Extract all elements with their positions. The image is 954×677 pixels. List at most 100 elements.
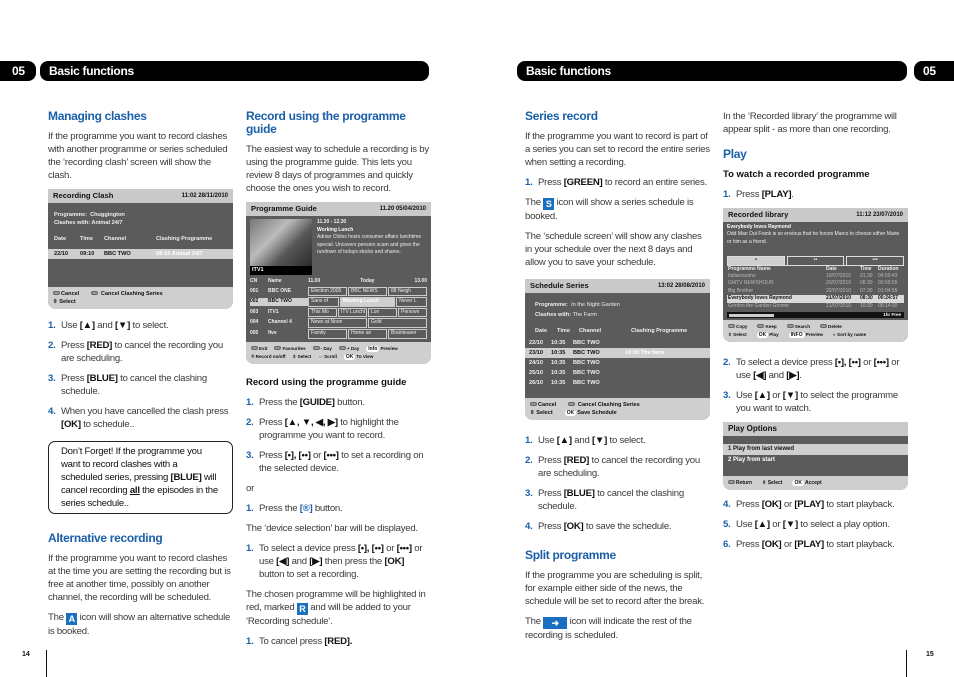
schedule-screen-text: The ‘schedule screen’ will show any clas… — [525, 231, 702, 268]
device-tabs: • •• ••• — [723, 248, 908, 265]
step-number: 2. — [525, 455, 533, 466]
screen-footer: Return ⇳ Select OK Accept — [723, 476, 908, 491]
step: 1. Press the [®] button. — [246, 502, 431, 515]
programme-slot[interactable]: Lon — [368, 307, 397, 318]
library-row[interactable]: Italianissimo 19/07/2010 01.30 04:59:43 — [727, 273, 904, 280]
programme-slot[interactable]: Working Lunch — [339, 297, 396, 307]
text: Press the — [259, 396, 300, 408]
text: to select. — [130, 320, 169, 331]
return-button[interactable]: Return — [728, 479, 752, 487]
programme-slot[interactable]: Brainteaser — [388, 328, 427, 339]
step-number: 1. — [723, 189, 731, 200]
selected-title: Everybody loves Raymond — [727, 224, 791, 230]
programme-slot[interactable]: Gold — [368, 318, 427, 328]
programme-slot[interactable]: Sans of — [308, 297, 339, 307]
label: Record on/off — [255, 353, 286, 359]
accept-button[interactable]: OK Accept — [792, 479, 822, 487]
prog-title: Working Lunch — [317, 226, 354, 233]
tab-device-3[interactable]: ••• — [846, 256, 905, 265]
guide-channel-row[interactable]: 001 BBC ONE Election 2005 BBC NEWS 88 Neigh — [250, 286, 427, 297]
text: to save the schedule. — [583, 521, 672, 532]
prev-day-button[interactable]: - Day — [312, 345, 332, 353]
recorded-library-screen: Recorded library 11:12 23/07/2010 Everybo… — [723, 208, 908, 343]
step-number: 3. — [48, 373, 56, 384]
cancel-series-button[interactable]: Cancel Clashing Series — [568, 401, 640, 409]
key: [▲] — [754, 519, 770, 531]
schedule-row[interactable]: 22/10 10:35 BBC TWO — [525, 338, 710, 348]
schedule-series-screen: Schedule Series 13:02 28/08/2010 Programm… — [525, 279, 710, 420]
guide-channel-row[interactable]: 002 BBC TWO Sans of Working Lunch Never L — [250, 297, 427, 307]
time-end: 13.00 — [414, 278, 427, 284]
cell: BBC TWO — [104, 251, 131, 257]
cell — [625, 339, 706, 347]
next-day-button[interactable]: + Day — [338, 345, 359, 353]
library-row[interactable]: GMTV NEWSHOUR 20/07/2010 06:30 00:59:55 — [727, 280, 904, 287]
text: button. — [312, 502, 343, 514]
delete-button[interactable]: Delete — [820, 323, 842, 331]
time-day: Today — [360, 278, 375, 284]
preview-button[interactable]: INFO Preview — [788, 331, 823, 339]
cancel-button[interactable]: Cancel — [530, 401, 556, 409]
library-row[interactable]: Big Brother 20/07/2010 07:30 01:04:55 — [727, 288, 904, 295]
guide-grid: CN Name 11.00 Today 13.00 — [246, 278, 431, 286]
clash-table-row[interactable]: 22/10 09:10 BBC TWO 09:15 Animal 24/7 — [48, 249, 233, 259]
schedule-row[interactable]: 25/10 10:35 BBC TWO — [525, 368, 710, 378]
cell: Italianissimo — [728, 273, 756, 280]
play-option-start[interactable]: 2 Play from start — [723, 455, 908, 466]
save-schedule-button[interactable]: OK Save Schedule — [564, 409, 617, 417]
ok-key-icon: OK — [564, 410, 577, 416]
ok-key-icon: OK — [756, 332, 769, 339]
step-number: 2. — [246, 416, 254, 428]
text: To select a device press — [736, 357, 835, 369]
guide-channel-row[interactable]: 005 five Family Home an Brainteaser — [250, 328, 427, 339]
select-hint: ⇳ Select — [762, 479, 782, 487]
programme-slot[interactable]: Persove — [398, 307, 427, 318]
programme-slot[interactable]: Home an — [348, 328, 387, 339]
programme-slot[interactable]: 88 Neigh — [388, 286, 427, 297]
schedule-row[interactable]: 23/10 10:35 BBC TWO 10:30 The farm — [525, 348, 710, 358]
programme-slot[interactable]: News at Noon — [308, 318, 367, 328]
programme-slot[interactable]: ITV Luncht — [338, 307, 367, 318]
sort-button[interactable]: ◐ Sort by name — [833, 331, 866, 339]
copy-button[interactable]: Copy — [728, 323, 747, 331]
guide-channel-row[interactable]: 003 ITV1 This Mo ITV Luncht Lon Persove — [250, 307, 427, 318]
channel-preview-image: ITV1 — [250, 219, 312, 275]
preview-button[interactable]: Info Preview — [366, 345, 398, 353]
label: Save Schedule — [577, 410, 617, 416]
schedule-row[interactable]: 26/10 10:35 BBC TWO — [525, 378, 710, 388]
cell: 00:14:30 — [878, 302, 898, 309]
cell: 01.30 — [860, 273, 873, 280]
guide-channel-row[interactable]: 004 Channel 4 News at Noon Gold — [250, 318, 427, 328]
cell: 10:30 The farm — [625, 350, 665, 356]
library-row[interactable]: Everybody loves Raymond 21/07/2010 08:30 00… — [727, 295, 904, 303]
search-button[interactable]: Search — [786, 323, 810, 331]
programme-slot[interactable]: Never L — [396, 297, 427, 307]
tab-device-2[interactable]: •• — [786, 256, 845, 265]
key: [RED] — [563, 455, 590, 466]
play-option-last-viewed[interactable]: 1 Play from last viewed — [723, 444, 908, 456]
sort-icon: ◐ — [832, 332, 836, 338]
keep-button[interactable]: Keep — [757, 323, 777, 331]
split-arrow-icon: ➜ — [543, 617, 568, 629]
exit-button[interactable]: Exit — [251, 345, 267, 353]
text: Use — [736, 519, 755, 531]
section-title-alternative-recording: Alternative recording — [48, 531, 163, 545]
red-button-icon — [530, 402, 537, 406]
text: The — [48, 612, 67, 623]
programme-slot[interactable]: This Mo — [308, 307, 337, 318]
library-row[interactable]: Gordon the Garden Gnome 21/07/2010 10:30 00… — [727, 303, 904, 310]
programme-slot[interactable]: Family — [308, 328, 347, 339]
step-number: 1. — [246, 502, 254, 514]
play-button[interactable]: OK Play — [756, 331, 779, 339]
schedule-row[interactable]: 24/10 10:35 BBC TWO — [525, 358, 710, 368]
cancel-series-button[interactable]: Cancel Clashing Series — [91, 290, 163, 298]
cancel-button[interactable]: Cancel — [53, 290, 79, 298]
favourites-button[interactable]: Favourites — [274, 345, 306, 353]
key: [PLAY] — [794, 539, 824, 551]
label: Cancel Clashing Series — [577, 402, 640, 408]
tab-device-1[interactable]: • — [727, 256, 785, 265]
section-title-programme-guide: Record using the programme guide — [246, 109, 406, 136]
programme-slot[interactable]: Election 2005 — [308, 286, 347, 297]
programme-slot[interactable]: BBC NEWS — [348, 286, 387, 297]
cell: 09:10 — [80, 251, 95, 257]
